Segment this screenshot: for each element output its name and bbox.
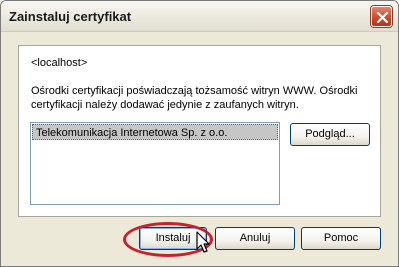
close-icon bbox=[376, 11, 389, 24]
preview-button[interactable]: Podgląd... bbox=[290, 123, 370, 146]
help-button[interactable]: Pomoc bbox=[301, 227, 381, 250]
cancel-button[interactable]: Anuluj bbox=[215, 227, 295, 250]
host-label: <localhost> bbox=[31, 57, 88, 69]
install-button[interactable]: Instaluj bbox=[139, 227, 207, 250]
certificate-list[interactable]: Telekomunikacja Internetowa Sp. z o.o. bbox=[30, 122, 280, 205]
close-button[interactable] bbox=[371, 6, 392, 27]
description-text: Ośrodki certyfikacji poświadczają tożsam… bbox=[31, 85, 358, 111]
install-certificate-dialog: Zainstaluj certyfikat <localhost> Ośrodk… bbox=[0, 0, 399, 267]
title-bar: Zainstaluj certyfikat bbox=[1, 1, 398, 32]
window-title: Zainstaluj certyfikat bbox=[9, 9, 132, 24]
list-item[interactable]: Telekomunikacja Internetowa Sp. z o.o. bbox=[32, 124, 278, 140]
